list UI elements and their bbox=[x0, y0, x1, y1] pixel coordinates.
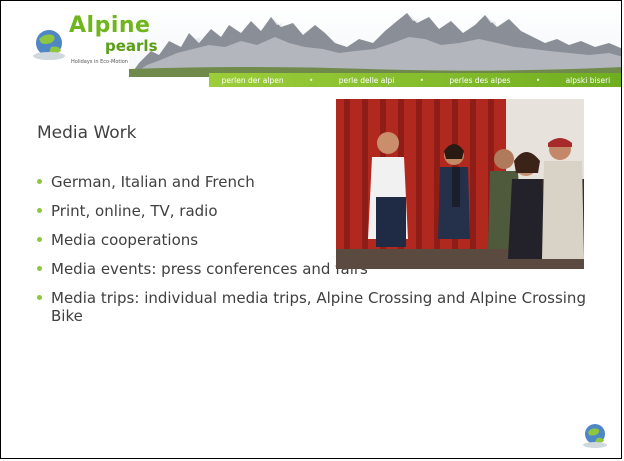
press-event-photo bbox=[336, 99, 584, 269]
nav-separator: • bbox=[419, 75, 425, 85]
globe-icon bbox=[583, 424, 607, 448]
bullet-text: German, Italian and French bbox=[51, 173, 255, 191]
bullet-dot bbox=[37, 237, 42, 242]
alpine-pearls-logo: Alpine pearls Holidays in Eco-Motion bbox=[31, 11, 181, 71]
bullet-text: Media events: press conferences and fair… bbox=[51, 260, 368, 278]
globe-icon bbox=[33, 30, 65, 60]
bullet-dot bbox=[37, 208, 42, 213]
logo-word-pearls: pearls bbox=[105, 37, 158, 55]
nav-separator: • bbox=[535, 75, 541, 85]
logo-tagline: Holidays in Eco-Motion bbox=[71, 59, 128, 65]
bullet-dot bbox=[37, 266, 42, 271]
bullet-dot bbox=[37, 179, 42, 184]
bullet-dot bbox=[37, 295, 42, 300]
nav-item[interactable]: perle delle alpi bbox=[339, 76, 395, 85]
bullet-text: Media trips: individual media trips, Alp… bbox=[51, 289, 586, 325]
bullet-text: Media cooperations bbox=[51, 231, 199, 249]
slide-title: Media Work bbox=[37, 123, 137, 143]
nav-item[interactable]: perles des alpes bbox=[449, 76, 510, 85]
bullet-item: Media trips: individual media trips, Alp… bbox=[37, 289, 597, 325]
logo-word-alpine: Alpine bbox=[69, 13, 151, 38]
photo-people-at-press-event bbox=[336, 99, 584, 269]
mountain-panorama bbox=[129, 3, 621, 77]
nav-item[interactable]: perlen der alpen bbox=[222, 76, 284, 85]
language-nav: perlen der alpen • perle delle alpi • pe… bbox=[209, 73, 621, 87]
slide: perlen der alpen • perle delle alpi • pe… bbox=[0, 0, 622, 459]
header-banner: perlen der alpen • perle delle alpi • pe… bbox=[1, 1, 621, 87]
bullet-text: Print, online, TV, radio bbox=[51, 202, 218, 220]
nav-item[interactable]: alpski biseri bbox=[566, 76, 611, 85]
nav-separator: • bbox=[308, 75, 314, 85]
